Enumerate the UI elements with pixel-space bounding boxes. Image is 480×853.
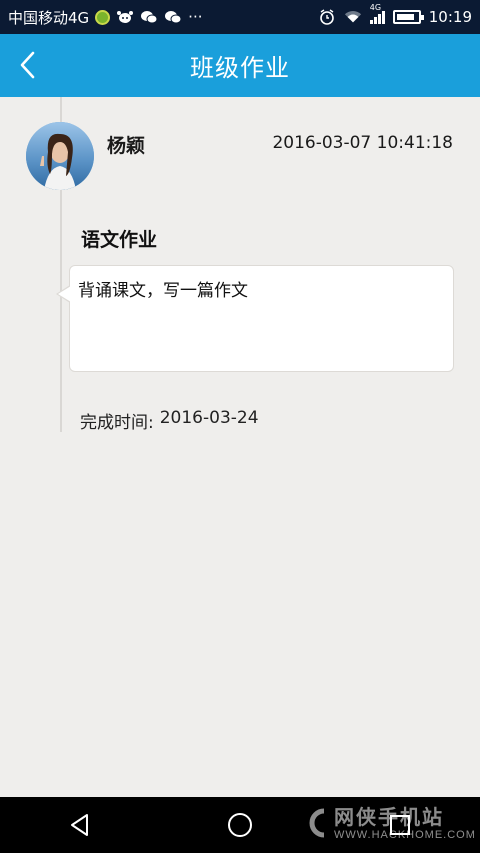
author-name: 杨颖 bbox=[107, 135, 146, 157]
watermark-name: 网侠手机站 bbox=[334, 807, 444, 829]
status-right: 4G 10:19 bbox=[318, 3, 472, 26]
due-date-label: 完成时间: bbox=[80, 413, 154, 433]
due-date-value: 2016-03-24 bbox=[159, 408, 259, 428]
triangle-back-icon bbox=[71, 814, 88, 836]
back-button[interactable] bbox=[12, 48, 46, 82]
post-timestamp: 2016-03-07 10:41:18 bbox=[272, 133, 453, 153]
nav-home-button[interactable] bbox=[220, 805, 260, 845]
status-bar: 中国移动4G ··· 4G 10:19 bbox=[0, 0, 480, 34]
hackhome-logo-icon bbox=[309, 808, 325, 838]
homework-content: 背诵课文，写一篇作文 bbox=[78, 281, 248, 301]
alarm-icon bbox=[318, 9, 336, 25]
avatar-photo bbox=[26, 122, 94, 190]
homework-detail: 杨颖 2016-03-07 10:41:18 语文作业 背诵课文，写一篇作文 完… bbox=[0, 97, 480, 797]
watermark: 网侠手机站 WWW.HACKHOME.COM bbox=[302, 797, 475, 853]
due-date-row: 完成时间: 2016-03-24 bbox=[80, 408, 259, 433]
chevron-left-icon bbox=[20, 51, 35, 79]
signal-icon: 4G bbox=[369, 3, 385, 24]
cow-notification-icon bbox=[116, 10, 134, 24]
homework-subject: 语文作业 bbox=[81, 229, 158, 251]
title-bar: 班级作业 bbox=[0, 34, 480, 97]
wechat-icon bbox=[140, 10, 158, 24]
homework-content-bubble: 背诵课文，写一篇作文 bbox=[56, 265, 454, 372]
battery-level bbox=[396, 14, 414, 20]
battery-icon bbox=[392, 10, 424, 24]
watermark-url: WWW.HACKHOME.COM bbox=[334, 829, 476, 841]
network-type: 4G bbox=[369, 2, 382, 12]
more-notifications: ··· bbox=[188, 8, 203, 26]
nav-back-button[interactable] bbox=[60, 805, 100, 845]
clock: 10:19 bbox=[428, 8, 472, 26]
wechat-icon bbox=[164, 10, 182, 24]
page-title: 班级作业 bbox=[190, 54, 290, 82]
status-left: 中国移动4G ··· bbox=[8, 7, 318, 28]
app-notification-icon bbox=[95, 9, 111, 25]
circle-home-icon bbox=[228, 813, 252, 837]
avatar[interactable] bbox=[26, 122, 94, 190]
carrier-label: 中国移动4G bbox=[8, 8, 90, 27]
wifi-icon bbox=[344, 10, 362, 24]
